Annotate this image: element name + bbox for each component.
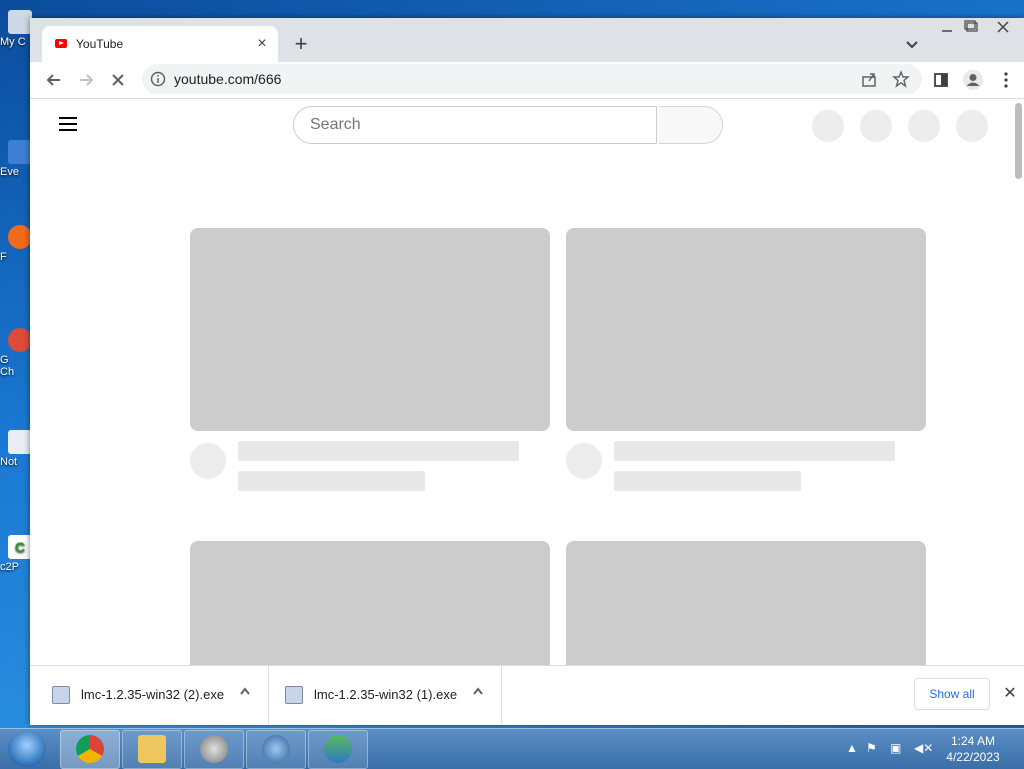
network-icon[interactable]: ▣ (890, 741, 901, 755)
hamburger-menu-icon[interactable] (59, 117, 77, 131)
desktop-icon-label: G Ch (0, 354, 15, 378)
channel-avatar-placeholder (190, 443, 226, 479)
desktop-icon-label: F (0, 251, 7, 263)
page-scrollbar[interactable] (1012, 99, 1024, 665)
side-panel-icon[interactable] (929, 68, 953, 92)
title-line-placeholder (614, 441, 895, 461)
url-text[interactable]: youtube.com/666 (174, 71, 281, 87)
app-icon (200, 735, 228, 763)
globe-icon (262, 735, 290, 763)
c2p-icon: C (8, 535, 32, 559)
download-item[interactable]: lmc-1.2.35-win32 (1).exe (268, 666, 502, 724)
video-thumbnail-placeholder (190, 228, 550, 431)
video-thumbnail-placeholder (566, 228, 926, 431)
back-button[interactable] (42, 68, 66, 92)
computer-icon (8, 10, 32, 34)
close-window-button[interactable] (988, 18, 1018, 36)
channel-avatar-placeholder (566, 443, 602, 479)
desktop-icon-notepad[interactable]: Not (0, 430, 34, 468)
desktop-icon-label: Eve (0, 166, 19, 178)
action-center-flag-icon[interactable]: ⚑ (866, 741, 877, 755)
tab-title: YouTube (76, 37, 124, 51)
new-tab-button[interactable]: + (288, 32, 314, 58)
site-info-icon[interactable] (150, 71, 166, 87)
shortcut-icon (8, 140, 32, 164)
search-input[interactable] (308, 115, 632, 135)
tab-youtube[interactable]: YouTube × (42, 26, 278, 62)
placeholder-icon (812, 110, 844, 142)
download-filename: lmc-1.2.35-win32 (2).exe (81, 687, 225, 702)
tab-strip: YouTube × + (30, 18, 1024, 62)
meta-line-placeholder (238, 471, 425, 491)
chevron-up-icon[interactable] (471, 684, 485, 701)
desktop-icon-label: c2P (0, 561, 19, 573)
desktop-icon-firefox[interactable]: F (0, 225, 34, 263)
taskbar: ▲ ⚑ ▣ ◀✕ 1:24 AM 4/22/2023 (0, 728, 1024, 769)
taskbar-network[interactable] (246, 730, 306, 769)
clock-time: 1:24 AM (950, 734, 996, 748)
chrome-icon (8, 328, 32, 352)
desktop-icon-label: Not (0, 456, 18, 468)
tab-search-chevron-icon[interactable] (902, 34, 922, 54)
close-download-bar-icon[interactable]: ✕ (1000, 684, 1020, 704)
download-item[interactable]: lmc-1.2.35-win32 (2).exe (30, 666, 269, 724)
bookmark-star-icon[interactable] (892, 70, 910, 88)
installer-file-icon (285, 686, 303, 704)
placeholder-avatar (956, 110, 988, 142)
show-all-button[interactable]: Show all (914, 678, 990, 710)
start-button[interactable] (8, 731, 46, 767)
browser-toolbar: youtube.com/666 (30, 62, 1024, 99)
minimize-button[interactable] (936, 18, 958, 36)
download-bar: lmc-1.2.35-win32 (2).exe lmc-1.2.35-win3… (30, 665, 1024, 725)
address-bar[interactable]: youtube.com/666 (142, 64, 922, 94)
restore-button[interactable] (960, 18, 984, 36)
search-box[interactable] (293, 106, 657, 144)
taskbar-app[interactable] (184, 730, 244, 769)
taskbar-explorer[interactable] (122, 730, 182, 769)
stop-loading-button[interactable] (106, 68, 130, 92)
desktop-icon-chrome[interactable]: G Ch (0, 328, 34, 378)
firefox-icon (8, 225, 32, 249)
folder-icon (138, 735, 166, 763)
title-line-placeholder (238, 441, 519, 461)
placeholder-icon (908, 110, 940, 142)
notepad-icon (8, 430, 32, 454)
youtube-favicon-icon (55, 39, 67, 48)
tab-close-icon[interactable]: × (252, 34, 272, 54)
meta-line-placeholder (614, 471, 801, 491)
chrome-menu-icon[interactable] (994, 68, 1018, 92)
desktop-icon-eve[interactable]: Eve (0, 140, 34, 178)
forward-button[interactable] (74, 68, 98, 92)
taskbar-messenger[interactable] (308, 730, 368, 769)
installer-file-icon (52, 686, 70, 704)
volume-muted-icon[interactable]: ◀✕ (914, 741, 933, 755)
video-thumbnail-placeholder (190, 541, 550, 665)
clock-date: 4/22/2023 (946, 750, 1000, 764)
chevron-up-icon[interactable] (238, 684, 252, 701)
desktop-icon-my-computer[interactable]: My C (0, 10, 34, 48)
messenger-icon (324, 735, 352, 763)
show-hidden-icons-icon[interactable]: ▲ (846, 741, 858, 755)
search-button[interactable] (659, 106, 723, 144)
desktop-icon-c2p[interactable]: C c2P (0, 535, 34, 573)
profile-avatar-icon[interactable] (961, 68, 985, 92)
chrome-icon (76, 735, 104, 763)
taskbar-chrome[interactable] (60, 730, 120, 769)
desktop-icon-label: My C (0, 36, 26, 48)
download-filename: lmc-1.2.35-win32 (1).exe (314, 687, 458, 702)
placeholder-icon (860, 110, 892, 142)
system-clock[interactable]: 1:24 AM 4/22/2023 (940, 733, 1006, 765)
browser-window: YouTube × + youtube.com/666 Search lmc-1… (30, 18, 1024, 725)
share-icon[interactable] (860, 70, 878, 88)
video-thumbnail-placeholder (566, 541, 926, 665)
youtube-page (30, 99, 1024, 665)
scrollbar-thumb[interactable] (1015, 103, 1022, 179)
